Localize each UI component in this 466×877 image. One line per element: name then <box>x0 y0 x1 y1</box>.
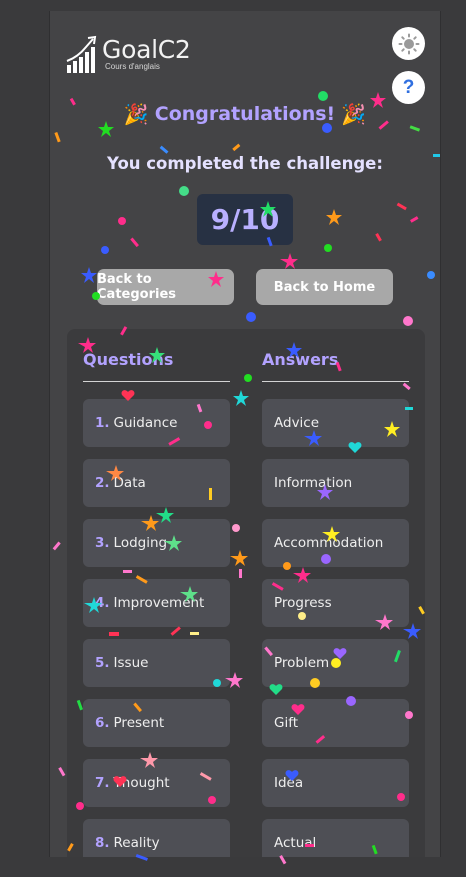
review-row: 8. Reality Actual <box>67 819 425 857</box>
answer-text: Actual <box>274 835 317 851</box>
app-logo: GoalC2 Cours d'anglais <box>66 35 191 75</box>
answer-cell: Progress <box>262 579 409 627</box>
review-panel: Questions Answers 1. Guidance Advice 2. Da… <box>67 329 425 857</box>
review-row: 1. Guidance Advice <box>67 399 425 447</box>
question-text: Lodging <box>113 535 168 551</box>
app-subtitle: Cours d'anglais <box>105 62 160 71</box>
back-to-home-button[interactable]: Back to Home <box>256 269 393 305</box>
congratulations-heading: 🎉 Congratulations! 🎉 <box>50 103 440 125</box>
review-row: 5. Issue Problem <box>67 639 425 687</box>
review-row: 2. Data Information <box>67 459 425 507</box>
answer-text: Advice <box>274 415 320 431</box>
party-popper-icon: 🎉 <box>123 102 149 126</box>
answers-divider <box>262 381 409 382</box>
question-text: Improvement <box>113 595 205 611</box>
answer-cell: Problem <box>262 639 409 687</box>
answer-cell: Information <box>262 459 409 507</box>
answer-cell: Advice <box>262 399 409 447</box>
question-cell: 6. Present <box>83 699 230 747</box>
question-text: Thought <box>113 775 170 791</box>
answer-text: Progress <box>274 595 332 611</box>
question-cell: 2. Data <box>83 459 230 507</box>
questions-divider <box>83 381 230 382</box>
help-button[interactable]: ? <box>392 71 425 104</box>
answer-text: Idea <box>274 775 304 791</box>
review-row: 7. Thought Idea <box>67 759 425 807</box>
answer-text: Information <box>274 475 353 491</box>
review-row: 4. Improvement Progress <box>67 579 425 627</box>
question-cell: 8. Reality <box>83 819 230 857</box>
party-popper-icon: 🎉 <box>341 102 367 126</box>
question-text: Data <box>113 475 146 491</box>
answer-text: Accommodation <box>274 535 384 551</box>
score-value: 9/10 <box>210 203 280 236</box>
question-text: Reality <box>113 835 160 851</box>
review-row: 6. Present Gift <box>67 699 425 747</box>
answer-text: Problem <box>274 655 330 671</box>
answer-cell: Accommodation <box>262 519 409 567</box>
question-mark-icon: ? <box>402 76 415 98</box>
app-screen: GoalC2 Cours d'anglais ? 🎉 Congratulatio… <box>49 11 441 857</box>
completion-message: You completed the challenge: <box>107 154 383 173</box>
question-text: Present <box>113 715 165 731</box>
app-name: GoalC2 <box>102 35 191 64</box>
question-text: Guidance <box>113 415 178 431</box>
answer-cell: Gift <box>262 699 409 747</box>
question-cell: 3. Lodging <box>83 519 230 567</box>
congratulations-text: Congratulations! <box>154 103 336 125</box>
answer-text: Gift <box>274 715 299 731</box>
growth-chart-logo-icon <box>66 35 100 75</box>
question-text: Issue <box>113 655 149 671</box>
score-display: 9/10 <box>197 194 293 245</box>
question-cell: 5. Issue <box>83 639 230 687</box>
review-row: 3. Lodging Accommodation <box>67 519 425 567</box>
question-cell: 1. Guidance <box>83 399 230 447</box>
answer-cell: Idea <box>262 759 409 807</box>
back-to-categories-button[interactable]: Back to Categories <box>97 269 234 305</box>
question-cell: 7. Thought <box>83 759 230 807</box>
question-cell: 4. Improvement <box>83 579 230 627</box>
theme-toggle-button[interactable] <box>392 27 425 60</box>
answer-cell: Actual <box>262 819 409 857</box>
sun-icon <box>398 33 419 54</box>
questions-heading: Questions <box>83 350 174 369</box>
answers-heading: Answers <box>262 350 339 369</box>
